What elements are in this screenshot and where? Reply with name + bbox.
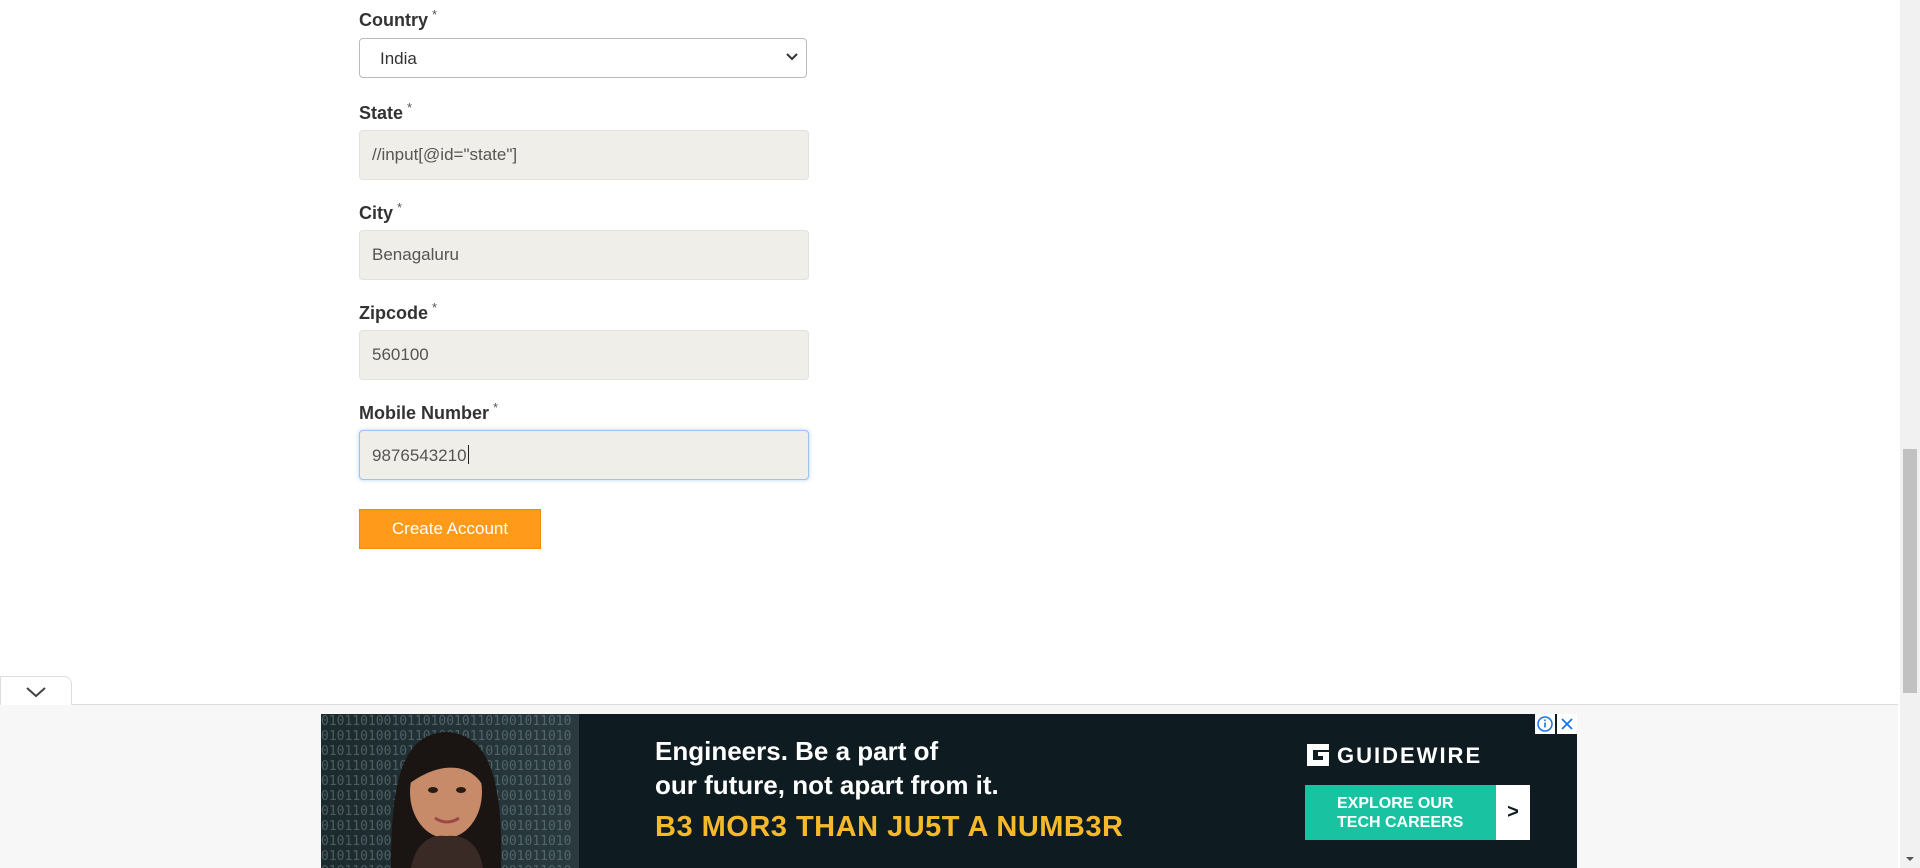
- ad-photo: 0101101001011010010110100101101001011010…: [321, 714, 579, 868]
- explore-careers-button[interactable]: EXPLORE OUR TECH CAREERS >: [1305, 785, 1530, 840]
- chevron-down-icon: [26, 687, 46, 698]
- ad-divider: [0, 704, 1898, 705]
- required-marker: *: [432, 300, 438, 315]
- cta-label: EXPLORE OUR TECH CAREERS: [1337, 795, 1464, 831]
- required-marker: *: [397, 200, 403, 215]
- ad-headline-line2: our future, not apart from it.: [655, 770, 999, 800]
- ad-tagline: B3 MOR3 THAN JU5T A NUMB3R: [655, 811, 1124, 843]
- guidewire-logo: GUIDEWIRE: [1305, 742, 1482, 769]
- state-label: State *: [359, 100, 413, 123]
- city-input-value: Benagaluru: [372, 245, 459, 264]
- required-marker: *: [493, 400, 499, 415]
- guidewire-banner-ad[interactable]: 0101101001011010010110100101101001011010…: [321, 714, 1577, 868]
- person-portrait-image: [391, 732, 502, 868]
- create-account-button[interactable]: Create Account: [359, 509, 541, 549]
- required-marker: *: [432, 7, 438, 22]
- page-scrollbar[interactable]: [1900, 0, 1920, 868]
- mobile-number-input[interactable]: 9876543210: [359, 430, 809, 480]
- city-label: City *: [359, 200, 403, 223]
- zipcode-input[interactable]: 560100: [359, 330, 809, 380]
- ad-collapse-tab[interactable]: [0, 676, 72, 705]
- state-input[interactable]: //input[@id="state"]: [359, 130, 809, 180]
- country-select[interactable]: India: [359, 38, 807, 78]
- city-input[interactable]: Benagaluru: [359, 230, 809, 280]
- ad-info-icon[interactable]: [1535, 714, 1555, 734]
- scroll-down-arrow-icon[interactable]: [1905, 854, 1915, 864]
- zipcode-input-value: 560100: [372, 345, 429, 364]
- mobile-number-input-value: 9876543210: [372, 445, 469, 465]
- zipcode-label: Zipcode *: [359, 300, 438, 323]
- mobile-number-label: Mobile Number *: [359, 400, 499, 423]
- ad-close-icon[interactable]: [1557, 714, 1577, 734]
- scrollbar-thumb[interactable]: [1903, 449, 1917, 693]
- state-input-value: //input[@id="state"]: [372, 145, 518, 164]
- cta-arrow-icon: >: [1496, 785, 1530, 840]
- country-label: Country *: [359, 7, 438, 30]
- guidewire-logo-icon: [1307, 744, 1329, 766]
- chevron-down-icon: [786, 53, 798, 61]
- text-caret: [467, 445, 469, 464]
- required-marker: *: [407, 100, 413, 115]
- country-select-value: India: [380, 49, 417, 68]
- ad-headline-line1: Engineers. Be a part of: [655, 736, 939, 766]
